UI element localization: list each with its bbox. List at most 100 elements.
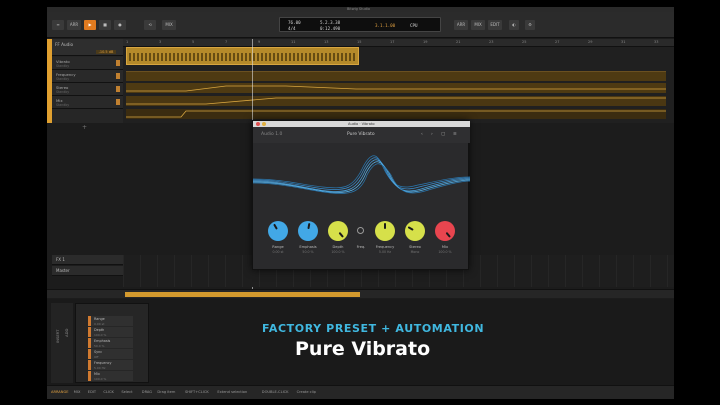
daw-window: Bitwig Studio ≡ ARR ▶ ■ ● ⟲ MIX 76.00 4/… [47,7,674,399]
cpu-meter: CPU [410,23,418,28]
status-item: DOUBLE-CLICK [261,390,289,394]
insert-label[interactable]: INSERT [55,330,60,343]
track-name: FF Audio [55,42,74,47]
ruler-tick: 33 [654,40,659,44]
ruler-tick: 29 [588,40,593,44]
minimize-icon[interactable] [262,122,266,126]
device-param[interactable]: Frequency 5.00 Hz [88,360,133,370]
device-param[interactable]: Emphasis 50.0 % [88,338,133,348]
ruler-tick: 21 [456,40,461,44]
stop-button[interactable]: ■ [99,20,111,30]
knob-value: 5.00 Hz [378,250,392,254]
param-value: 100.0 % [94,376,107,381]
plugin-brand: Audio 1.0 [261,132,283,137]
close-icon[interactable] [256,122,260,126]
vibrato-device[interactable]: Range 0.00 st Depth 100.0 % Emphasis 50.… [75,303,149,383]
ruler-tick: 15 [357,40,362,44]
loop-strip[interactable] [47,289,674,298]
transport-display[interactable]: 76.00 4/4 5.2.3.38 0:12.490 3.1.1.00 CPU [279,17,441,32]
status-item: Create clip [296,390,316,394]
play-button[interactable]: ▶ [84,20,96,30]
track-volume[interactable]: -10.5 dB [96,50,116,54]
loop-region[interactable] [125,292,360,297]
ruler-tick: 25 [522,40,527,44]
device-param[interactable]: Sync Off [88,349,133,359]
lane-color-marker [116,99,120,105]
param-value: Off [94,354,99,359]
knob-label: Mix [441,245,449,249]
status-bar: ARRANGE MIX EDIT CLICK Select DRAG Drag item SH… [47,385,674,399]
track-headers: FF Audio -10.5 dB Vibrato Standby Freque… [47,39,123,123]
device-param[interactable]: Mix 100.0 % [88,371,133,381]
tempo-readout[interactable]: 76.00 [288,20,301,25]
param-value: 5.00 Hz [94,365,106,370]
audio-clip[interactable] [126,47,359,65]
sync-icon[interactable] [357,227,364,234]
status-item: DRAG [141,390,153,394]
prev-preset-icon[interactable]: ‹ [421,132,423,137]
edit-view-button[interactable]: EDIT [488,20,502,30]
gear-icon[interactable]: ⚙ [525,20,535,30]
automation-lane-header[interactable]: Stereo Standby [52,83,123,96]
position-readout: 5.2.3.38 [320,20,341,25]
ruler-tick: 17 [390,40,395,44]
device-param[interactable]: Range 0.00 st [88,316,133,326]
device-side-panel: INSERT ADD [51,303,73,383]
mix-view-button[interactable]: MIX [471,20,485,30]
arrange-toggle-button[interactable]: ARR [67,20,81,30]
arrange-view-button[interactable]: ARR [454,20,468,30]
mixer-toggle-button[interactable]: MIX [162,20,176,30]
ruler-tick: 27 [555,40,560,44]
lane-status: Standby [56,64,70,68]
add-label[interactable]: ADD [64,329,69,337]
lane-status: Standby [56,103,70,107]
ruler-tick: 19 [423,40,428,44]
add-track-icon[interactable]: + [82,124,87,131]
menu-button[interactable]: ≡ [52,20,64,30]
lane-color-marker [116,60,120,66]
next-preset-icon[interactable]: › [431,132,433,137]
status-item: Extend selection [217,390,248,394]
track-header-master[interactable]: Master [52,266,123,276]
signature-readout[interactable]: 4/4 [288,26,296,31]
promo-subtitle: FACTORY PRESET + AUTOMATION [262,322,485,335]
frequency-knob[interactable] [375,221,395,241]
plugin-window-title: Audio · Vibrato [348,121,375,126]
ruler-tick: 5 [192,40,195,44]
device-param[interactable]: Depth 100.0 % [88,327,133,337]
status-item: MIX [73,390,81,394]
window-icon[interactable]: ▢ [441,132,445,137]
automation-lane-header[interactable]: Vibrato Standby [52,57,123,70]
track-header-fx[interactable]: FX 1 [52,255,123,265]
param-name: Frequency [94,361,112,365]
status-item: CLICK [103,390,114,394]
loop-button[interactable]: ⟲ [144,20,156,30]
promo-title: Pure Vibrato [295,338,431,360]
emphasis-knob[interactable] [298,221,318,241]
param-name: Emphasis [94,339,111,343]
lane-color-marker [116,86,120,92]
arranger-area[interactable] [123,47,674,123]
depth-knob[interactable] [328,221,348,241]
track-name: Master [56,268,70,273]
stereo-knob[interactable] [405,221,425,241]
automation-curves[interactable] [126,83,666,119]
mix-knob[interactable] [435,221,455,241]
automation-lane[interactable] [126,71,666,81]
knob-value: 50.0 % [302,250,314,254]
status-item: EDIT [87,390,97,394]
theme-icon[interactable]: ◐ [509,20,519,30]
bar-readout: 3.1.1.00 [375,23,396,28]
menu-icon[interactable]: ≡ [453,132,457,137]
record-button[interactable]: ● [114,20,126,30]
timeline-ruler[interactable]: 1 3 5 7 9 11 13 15 17 19 21 23 25 27 29 31 33 [123,39,674,47]
status-item: SHIFT+CLICK [185,390,209,394]
automation-lane-header[interactable]: Mix Standby [52,96,123,109]
track-header-main[interactable]: FF Audio -10.5 dB [52,39,123,56]
range-knob[interactable] [268,221,288,241]
param-value: 100.0 % [94,332,107,337]
knob-label: Range [272,245,284,249]
device-panel: INSERT ADD Range 0.00 st Depth 100.0 % E… [47,299,674,385]
preset-name[interactable]: Pure Vibrato [347,132,375,137]
automation-lane-header[interactable]: Frequency Standby [52,70,123,83]
